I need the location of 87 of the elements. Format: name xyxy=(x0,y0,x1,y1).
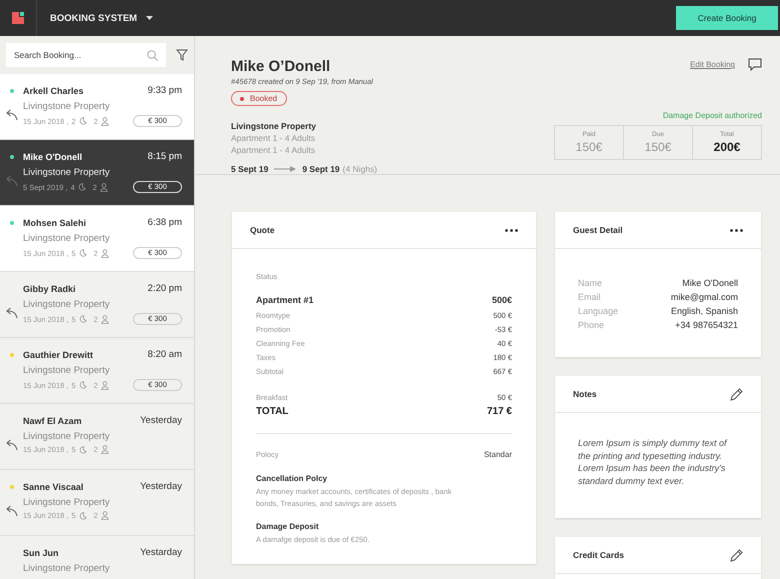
guest-name: Nawf El Azam xyxy=(23,416,82,426)
field-value: English, Spanish xyxy=(670,305,738,318)
property-name: Livingstone Property xyxy=(231,121,316,131)
property-name: Livingstone Property xyxy=(23,167,111,178)
booking-time: 8:20 am xyxy=(148,349,182,360)
moon-icon xyxy=(78,512,87,520)
line-label: TOTAL xyxy=(256,405,288,419)
person-icon xyxy=(100,380,109,390)
unit-detail: Apartment 1 - 4 Adults xyxy=(231,133,316,143)
pencil-icon[interactable] xyxy=(730,388,743,400)
section-heading: Cancellation Polcy xyxy=(256,474,328,483)
booking-time: 8:15 pm xyxy=(148,151,182,162)
property-name: Livingstone Property xyxy=(23,497,111,508)
create-booking-button[interactable]: Create Booking xyxy=(676,6,778,30)
app-title: BOOKING SYSTEM xyxy=(50,12,138,24)
booking-time: 6:38 pm xyxy=(148,217,182,228)
line-amount: 500€ xyxy=(492,294,512,307)
guest-name: Mike O’Donell xyxy=(231,58,330,75)
logo-icon[interactable] xyxy=(12,12,24,24)
payment-amount: 200€ xyxy=(714,140,740,154)
field-value: Mike O'Donell xyxy=(681,277,738,290)
field-label: Email xyxy=(578,291,602,304)
card-title: Notes xyxy=(573,389,597,399)
booking-time: 9:33 pm xyxy=(148,85,182,96)
booking-time: 2:20 pm xyxy=(148,283,182,294)
filter-icon[interactable] xyxy=(176,49,188,61)
field-label: Phone xyxy=(578,319,606,332)
person-icon xyxy=(100,314,109,324)
edit-booking-link[interactable]: Edit Booking xyxy=(690,60,735,69)
moon-icon xyxy=(78,249,87,257)
guest-name: Gauthier Drewitt xyxy=(23,350,94,360)
card-title: Quote xyxy=(250,225,275,235)
caret-icon[interactable] xyxy=(146,16,154,20)
card-title: Guest Detail xyxy=(573,225,623,235)
line-amount: Standar xyxy=(484,449,512,461)
note-text: Lorem Ipsum is simply dummy text of the printing and typesetting industry. Lorem Ipsum has been the industry’s standard dummy text ever. xyxy=(577,437,728,488)
line-label: Apartment #1 xyxy=(256,294,314,307)
person-icon xyxy=(100,511,109,520)
guest-name: Gibby Radki xyxy=(23,284,76,294)
person-icon xyxy=(100,116,109,126)
arrow-icon xyxy=(274,166,296,172)
line-amount: 717 € xyxy=(486,405,512,419)
search-field[interactable]: Search Booking... xyxy=(6,43,166,67)
card-title: Credit Cards xyxy=(573,550,624,560)
moon-icon xyxy=(78,117,87,125)
field-label: Name xyxy=(578,277,604,290)
guest-name: Mohsen Salehi xyxy=(23,218,86,228)
booking-time: Yesterday xyxy=(140,415,182,426)
unit-detail: Apartment 1 - 4 Adults xyxy=(231,145,316,155)
more-options-icon[interactable] xyxy=(505,228,518,232)
field-value: mike@gmal.com xyxy=(670,291,738,304)
property-name: Livingstone Property xyxy=(23,101,111,112)
reply-arrow-icon[interactable] xyxy=(5,439,18,451)
more-options-icon[interactable] xyxy=(730,228,743,232)
moon-icon xyxy=(78,446,87,454)
nights-count: (4 Nighs) xyxy=(342,164,378,174)
property-name: Livingstone Property xyxy=(23,431,111,442)
reply-arrow-icon[interactable] xyxy=(5,109,18,121)
check-out-date: 9 Sept 19 xyxy=(302,164,340,174)
moon-icon xyxy=(78,381,87,389)
status-badge: Booked xyxy=(231,91,288,106)
payment-amount: 150€ xyxy=(644,140,672,154)
guest-name: Sanne Viscaal xyxy=(23,482,84,492)
person-icon xyxy=(100,445,109,454)
property-name: Livingstone Property xyxy=(23,365,111,376)
section-heading: Damage Deposit xyxy=(256,522,320,531)
guest-name: Mike O'Donell xyxy=(23,152,82,162)
guest-name: Sun Jun xyxy=(23,548,58,558)
reply-arrow-icon[interactable] xyxy=(5,307,18,319)
property-name: Livingstone Property xyxy=(23,563,111,574)
field-label: Language xyxy=(578,305,618,318)
guest-name: Arkell Charles xyxy=(23,86,84,96)
booking-time: Yestarday xyxy=(140,547,182,558)
property-name: Livingstone Property xyxy=(23,233,111,244)
moon-icon xyxy=(78,183,86,191)
person-icon xyxy=(100,182,108,192)
moon-icon xyxy=(78,315,87,323)
comment-icon[interactable] xyxy=(748,58,762,71)
property-name: Livingstone Property xyxy=(23,299,111,310)
payment-amount: 150€ xyxy=(576,140,602,154)
field-value: +34 987654321 xyxy=(674,319,738,332)
booking-time: Yesterday xyxy=(140,481,182,492)
reply-arrow-icon[interactable] xyxy=(5,505,18,517)
pencil-icon[interactable] xyxy=(730,548,743,562)
check-in-date: 5 Sept 19 xyxy=(231,164,268,174)
deposit-status: Damage Deposit authorized xyxy=(662,111,762,120)
person-icon xyxy=(100,248,109,258)
